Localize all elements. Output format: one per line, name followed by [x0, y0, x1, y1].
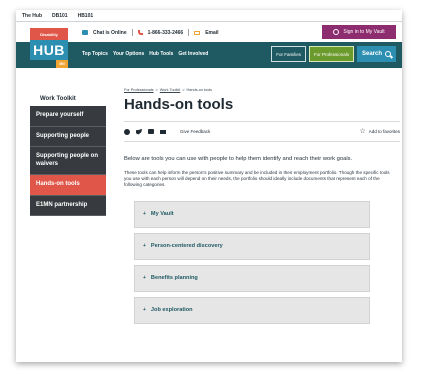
main-nav: Top Topics Your Options Hub Tools Get In… [16, 42, 402, 68]
accordion-label: My Vault [150, 211, 174, 218]
tools-accordion: + My Vault + Person-centered discovery +… [124, 200, 400, 324]
email-link[interactable]: Email [205, 30, 218, 36]
email-icon [194, 30, 201, 35]
sidebar-item-supporting-people[interactable]: Supporting people [30, 126, 106, 147]
nav-links: Top Topics Your Options Hub Tools Get In… [82, 51, 208, 57]
accordion-item-person-centered-discovery[interactable]: + Person-centered discovery [134, 232, 370, 260]
divider [188, 29, 190, 36]
main-content: For Professionals > Work Toolkit > Hands… [124, 88, 400, 329]
accordion-item-benefits-planning[interactable]: + Benefits planning [134, 264, 370, 292]
plus-icon: + [143, 307, 146, 314]
logo-top-text: Disability [30, 28, 68, 40]
nav-top-topics[interactable]: Top Topics [82, 51, 108, 57]
breadcrumb-work-toolkit[interactable]: Work Toolkit [160, 88, 181, 92]
nav-get-involved[interactable]: Get Involved [178, 51, 208, 57]
breadcrumb-separator: > [155, 88, 158, 92]
chat-icon [82, 30, 88, 35]
email-share-icon[interactable] [160, 129, 166, 134]
plus-icon: + [143, 275, 146, 282]
sidebar-item-supporting-people-on-waivers[interactable]: Supporting people on waivers [30, 147, 106, 175]
browser-frame: The Hub DB101 HB101 Chat is Online 1-866… [16, 10, 402, 362]
sidebar-item-e1mn-partnership[interactable]: E1MN partnership [30, 195, 106, 216]
plus-icon: + [143, 243, 146, 250]
logo-main-text: HUB [30, 40, 68, 60]
search-button[interactable]: Search [356, 46, 396, 62]
nav-actions: For Families For Professionals Search [271, 46, 396, 62]
sidebar-item-hands-on-tools[interactable]: Hands-on tools [30, 175, 106, 196]
logo-sub-text: MN [56, 60, 68, 68]
logo-sub: MN [30, 60, 68, 68]
sidebar: Work Toolkit Prepare yourself Supporting… [30, 96, 106, 216]
for-families-button[interactable]: For Families [271, 46, 306, 62]
accordion-label: Job exploration [150, 307, 193, 314]
accordion-item-my-vault[interactable]: + My Vault [134, 200, 370, 228]
accordion-label: Person-centered discovery [150, 243, 223, 250]
star-icon: ☆ [359, 128, 366, 135]
tab-hb101[interactable]: HB101 [78, 13, 94, 19]
nav-hub-tools[interactable]: Hub Tools [149, 51, 173, 57]
facebook-icon[interactable] [124, 128, 130, 135]
accordion-item-job-exploration[interactable]: + Job exploration [134, 296, 370, 324]
for-professionals-button[interactable]: For Professionals [308, 46, 354, 62]
breadcrumb-for-professionals[interactable]: For Professionals [124, 88, 154, 92]
intro-detail-text: These tools can help inform the person's… [124, 169, 390, 188]
give-feedback-link[interactable]: Give Feedback [180, 129, 210, 134]
site-logo[interactable]: Disability HUB MN [30, 28, 68, 70]
breadcrumb-separator: > [182, 88, 185, 92]
plus-icon: + [143, 211, 146, 218]
search-label: Search [361, 51, 382, 57]
breadcrumb-current: Hands-on tools [186, 88, 213, 92]
sign-in-vault-button[interactable]: Sign in to My Vault [322, 25, 396, 39]
phone-link[interactable]: 1-866-333-2466 [148, 30, 184, 36]
print-icon[interactable] [148, 129, 154, 134]
chat-link[interactable]: Chat is Online [93, 30, 127, 36]
lock-icon [333, 29, 340, 35]
vault-label: Sign in to My Vault [343, 29, 385, 35]
breadcrumb: For Professionals > Work Toolkit > Hands… [124, 88, 400, 92]
add-to-favorites-button[interactable]: ☆ Add to favorites [359, 128, 400, 135]
nav-your-options[interactable]: Your Options [113, 51, 144, 57]
page-title: Hands-on tools [124, 96, 234, 113]
twitter-icon[interactable] [136, 128, 142, 135]
tab-the-hub[interactable]: The Hub [22, 13, 42, 19]
add-to-favorites-label: Add to favorites [368, 129, 400, 134]
intro-text: Below are tools you can use with people … [124, 156, 353, 162]
tab-strip: The Hub DB101 HB101 [16, 10, 402, 22]
sidebar-title: Work Toolkit [40, 96, 76, 102]
divider [131, 29, 133, 36]
accordion-label: Benefits planning [150, 275, 198, 282]
phone-icon [137, 30, 143, 35]
utility-links: Chat is Online 1-866-333-2466 Email [82, 29, 219, 36]
share-toolbar: Give Feedback ☆ Add to favorites [124, 121, 400, 142]
search-icon [385, 51, 391, 57]
utility-bar: Chat is Online 1-866-333-2466 Email Sign… [16, 22, 402, 42]
tab-db101[interactable]: DB101 [52, 13, 68, 19]
sidebar-item-prepare-yourself[interactable]: Prepare yourself [30, 106, 106, 127]
